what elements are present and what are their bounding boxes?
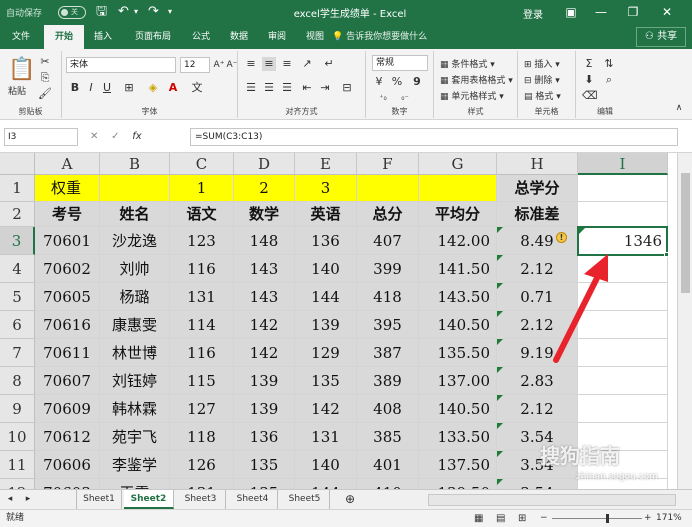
zoom-in-icon[interactable]: + [644, 510, 652, 527]
sheet-tab-5[interactable]: Sheet5 [280, 490, 330, 509]
horizontal-scrollbar[interactable] [428, 494, 676, 506]
status-bar: 就绪 ▦ ▤ ⊞ − + 171% [0, 509, 692, 527]
add-sheet-icon[interactable]: ⊕ [340, 490, 360, 509]
page-break-view-icon[interactable]: ⊞ [518, 510, 526, 527]
prev-sheet-icon[interactable]: ◂ [2, 490, 18, 509]
watermark-url: zhinan.sogou.com [576, 472, 658, 482]
zoom-slider[interactable] [552, 518, 642, 519]
next-sheet-icon[interactable]: ▸ [20, 490, 36, 509]
sheet-tab-1[interactable]: Sheet1 [76, 490, 122, 509]
zoom-out-icon[interactable]: − [540, 510, 548, 527]
normal-view-icon[interactable]: ▦ [474, 510, 483, 527]
page-layout-view-icon[interactable]: ▤ [496, 510, 505, 527]
sheet-tab-4[interactable]: Sheet4 [228, 490, 278, 509]
watermark: 搜狗指南 [540, 444, 620, 468]
zoom-slider-thumb[interactable] [606, 514, 609, 523]
status-ready: 就绪 [6, 513, 25, 523]
red-arrow-shaft [553, 265, 605, 363]
sheet-tab-2[interactable]: Sheet2 [124, 490, 174, 509]
zoom-level: 171% [656, 513, 682, 523]
sheet-tab-3[interactable]: Sheet3 [176, 490, 226, 509]
sheet-tab-bar: ◂ ▸ Sheet1 Sheet2 Sheet3 Sheet4 Sheet5 ⊕ [0, 489, 692, 509]
red-arrow-head [584, 254, 608, 282]
